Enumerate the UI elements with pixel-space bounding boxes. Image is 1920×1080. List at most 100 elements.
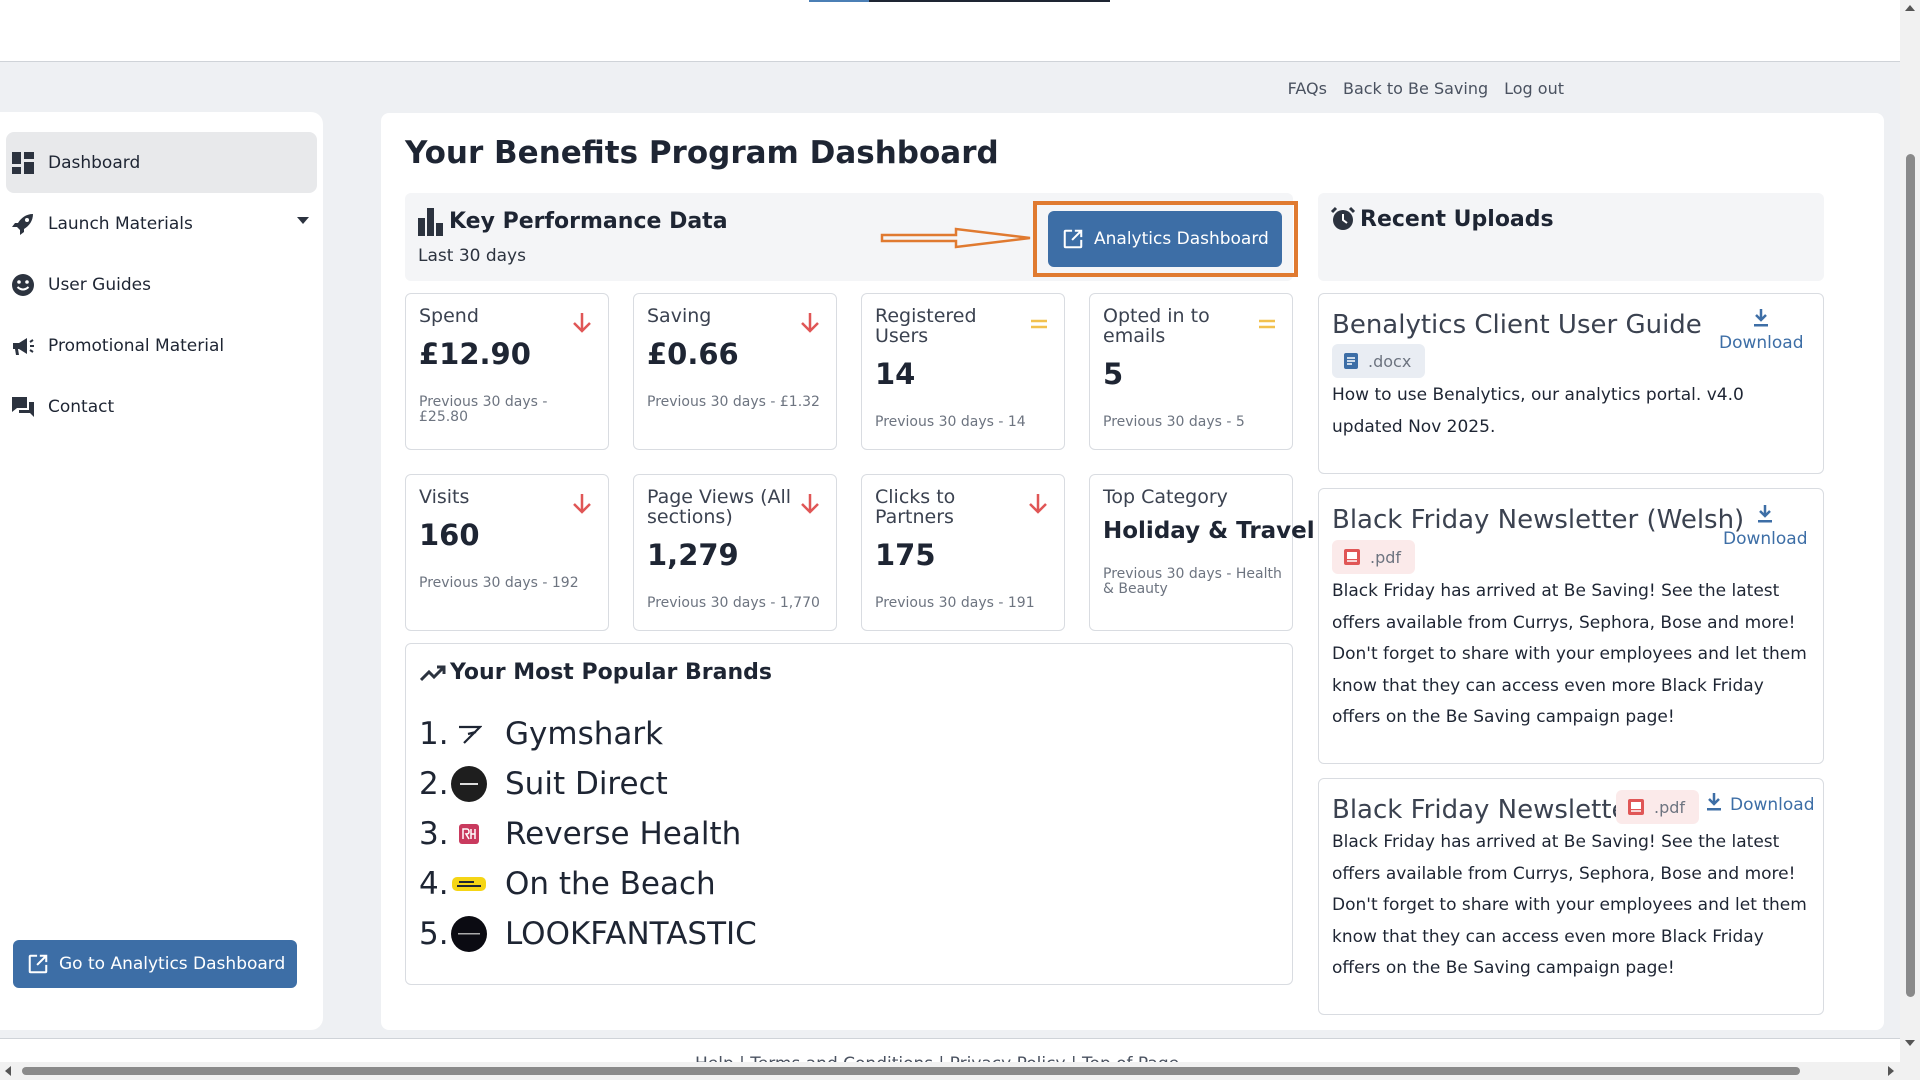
pdf-icon — [1344, 549, 1360, 565]
brand-item-on-the-beach[interactable]: 4. On the Beach — [419, 862, 716, 906]
download-link[interactable]: Download — [1706, 792, 1815, 817]
upload-card-user-guide: Benalytics Client User Guide .docx Downl… — [1318, 293, 1824, 474]
sidebar-item-label: Promotional Material — [48, 335, 225, 356]
file-type-chip: .pdf — [1332, 540, 1416, 574]
kpi-label: Spend — [419, 305, 479, 327]
kpi-card-opted-in: Opted in to emails 5 Previous 30 days - … — [1089, 293, 1293, 450]
download-link[interactable]: Download — [1719, 308, 1804, 353]
kpi-label: Saving — [647, 305, 712, 327]
kpi-value: 175 — [875, 538, 936, 572]
sidebar-item-contact[interactable]: Contact — [6, 376, 317, 437]
brand-name: Gymshark — [505, 716, 664, 752]
back-to-be-saving-link[interactable]: Back to Be Saving — [1343, 79, 1488, 98]
download-icon — [1706, 792, 1722, 817]
vertical-scroll-thumb[interactable] — [1906, 154, 1915, 997]
file-type-chip: .pdf — [1616, 790, 1700, 824]
kpi-previous: Previous 30 days - 5 — [1103, 414, 1245, 430]
sidebar-item-dashboard[interactable]: Dashboard — [6, 132, 317, 193]
download-icon — [1723, 504, 1808, 529]
log-out-link[interactable]: Log out — [1504, 79, 1564, 98]
trend-down-icon — [573, 494, 591, 514]
sidebar-item-label: User Guides — [48, 274, 151, 295]
kpi-subtitle: Last 30 days — [418, 246, 526, 266]
trend-down-icon — [801, 313, 819, 333]
sidebar-item-launch-materials[interactable]: Launch Materials — [6, 193, 317, 254]
brands-title-text: Your Most Popular Brands — [450, 660, 772, 685]
scroll-left-icon[interactable] — [5, 1066, 11, 1076]
chevron-down-icon[interactable] — [297, 217, 309, 224]
file-type-label: .docx — [1368, 351, 1412, 371]
kpi-value: 5 — [1103, 357, 1124, 391]
kpi-label: Registered Users — [875, 305, 977, 347]
gymshark-logo-icon — [451, 716, 487, 752]
download-label: Download — [1723, 529, 1808, 549]
horizontal-scroll-thumb[interactable] — [22, 1067, 1800, 1075]
upload-description: Black Friday has arrived at Be Saving! S… — [1332, 581, 1807, 727]
bar-chart-icon — [417, 206, 445, 236]
brand-item-suit-direct[interactable]: 2. Suit Direct — [419, 762, 668, 806]
brand-name: On the Beach — [505, 866, 716, 902]
kpi-value: 1,279 — [647, 538, 739, 572]
kpi-previous: Previous 30 days - 192 — [419, 575, 579, 591]
annotation-arrow — [880, 227, 1031, 249]
popular-brands-panel: Your Most Popular Brands 1. Gymshark 2. … — [405, 643, 1293, 985]
recent-uploads-title: Recent Uploads — [1330, 206, 1554, 232]
file-type-chip: .docx — [1332, 344, 1426, 378]
trending-up-icon — [420, 663, 446, 683]
scroll-down-icon[interactable] — [1905, 1040, 1915, 1046]
sidebar-item-user-guides[interactable]: User Guides — [6, 254, 317, 315]
kpi-label: Top Category — [1103, 486, 1228, 508]
external-link-icon — [1062, 228, 1084, 250]
lookfantastic-logo-icon — [451, 916, 487, 952]
download-link[interactable]: Download — [1723, 504, 1808, 549]
document-icon — [1344, 353, 1358, 369]
suit-direct-logo-icon — [451, 766, 487, 802]
kpi-card-spend: Spend £12.90 Previous 30 days - £25.80 — [405, 293, 609, 450]
file-type-label: .pdf — [1654, 797, 1686, 817]
analytics-dashboard-button[interactable]: Analytics Dashboard — [1048, 211, 1282, 267]
rocket-icon — [10, 211, 36, 237]
kpi-card-clicks: Clicks to Partners 175 Previous 30 days … — [861, 474, 1065, 631]
alarm-clock-icon — [1330, 206, 1356, 232]
sidebar-item-label: Contact — [48, 396, 115, 417]
go-to-analytics-dashboard-button[interactable]: Go to Analytics Dashboard — [13, 940, 297, 988]
kpi-card-page-views: Page Views (All sections) 1,279 Previous… — [633, 474, 837, 631]
brand-item-lookfantastic[interactable]: 5. LOOKFANTASTIC — [419, 912, 757, 956]
vertical-scrollbar[interactable] — [1900, 0, 1920, 1080]
megaphone-icon — [10, 333, 36, 359]
sidebar-item-label: Launch Materials — [48, 213, 193, 234]
upload-description: Black Friday has arrived at Be Saving! S… — [1332, 832, 1807, 978]
kpi-previous: Previous 30 days - 1,770 — [647, 595, 820, 611]
kpi-label: Opted in to emails — [1103, 305, 1210, 347]
brand-item-reverse-health[interactable]: 3. Reverse Health — [419, 812, 741, 856]
on-the-beach-logo-icon — [451, 866, 487, 902]
kpi-previous: Previous 30 days - 191 — [875, 595, 1035, 611]
smiley-icon — [10, 272, 36, 298]
brand-item-gymshark[interactable]: 1. Gymshark — [419, 712, 663, 756]
sidebar: Dashboard Launch Materials User Guides P… — [0, 112, 323, 1030]
sidebar-item-promotional-material[interactable]: Promotional Material — [6, 315, 317, 376]
scroll-up-icon[interactable] — [1905, 5, 1915, 11]
upload-card-newsletter-welsh: Black Friday Newsletter (Welsh) .pdf Dow… — [1318, 488, 1824, 764]
kpi-card-saving: Saving £0.66 Previous 30 days - £1.32 — [633, 293, 837, 450]
upload-description: How to use Benalytics, our analytics por… — [1332, 385, 1744, 437]
top-header — [0, 0, 1900, 62]
horizontal-scrollbar[interactable] — [0, 1062, 1900, 1080]
pdf-icon — [1628, 799, 1644, 815]
kpi-label: Page Views (All sections) — [647, 486, 792, 528]
reverse-health-logo-icon — [451, 816, 487, 852]
brand-rank: 1. — [419, 716, 449, 752]
main-panel: Your Benefits Program Dashboard Key Perf… — [381, 113, 1884, 1030]
kpi-value: 14 — [875, 357, 916, 391]
upload-card-newsletter: Black Friday Newsletter .pdf Download Bl… — [1318, 778, 1824, 1015]
kpi-title-text: Key Performance Data — [449, 208, 728, 234]
page-title: Your Benefits Program Dashboard — [405, 135, 999, 171]
download-icon — [1719, 308, 1804, 333]
sidebar-item-label: Dashboard — [48, 152, 141, 173]
faqs-link[interactable]: FAQs — [1288, 79, 1327, 98]
brand-name: Reverse Health — [505, 816, 742, 852]
kpi-previous: Previous 30 days - £25.80 — [419, 394, 548, 425]
kpi-previous: Previous 30 days - £1.32 — [647, 394, 820, 410]
trend-down-icon — [801, 494, 819, 514]
scroll-right-icon[interactable] — [1888, 1066, 1894, 1076]
